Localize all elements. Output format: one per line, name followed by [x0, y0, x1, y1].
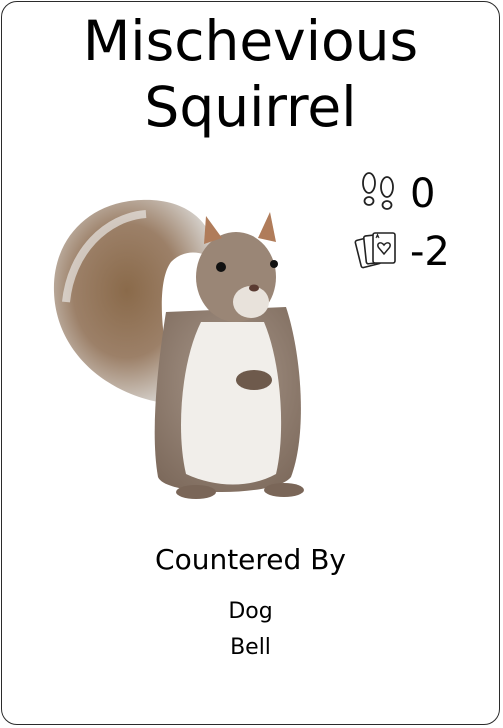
footprints-icon: [362, 172, 394, 210]
card-title-line-1: Mischevious: [82, 9, 419, 73]
stat-movement: 0: [354, 168, 474, 226]
playing-cards-icon: [354, 232, 396, 269]
squirrel-illustration: [53, 199, 304, 499]
card-title-line-2: Squirrel: [144, 75, 357, 139]
stat-cards: -2: [354, 226, 474, 284]
game-card[interactable]: Mischevious Squirrel 0 -2 Countered By D…: [1, 1, 500, 725]
card-title: Mischevious Squirrel: [2, 8, 499, 140]
stat-cards-value: -2: [410, 229, 450, 275]
counter-item-bell: Bell: [230, 635, 271, 660]
card-stats: 0 -2: [354, 168, 474, 284]
countered-by-list: Dog Bell: [2, 594, 499, 666]
counter-item-dog: Dog: [228, 599, 273, 624]
countered-by-heading: Countered By: [155, 543, 346, 576]
stat-movement-value: 0: [410, 171, 436, 217]
